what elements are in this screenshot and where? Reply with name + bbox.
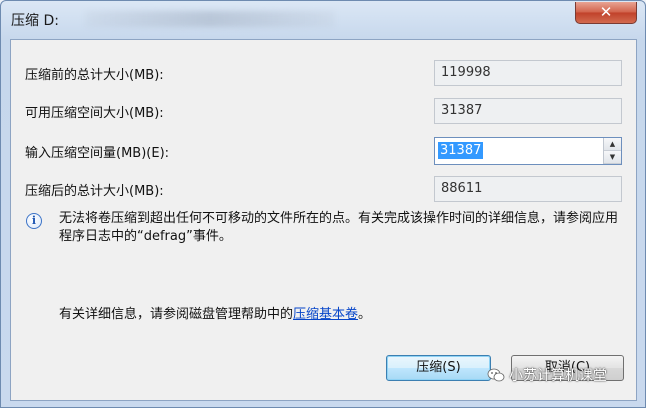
window-title: 压缩 D: [11,13,59,29]
wechat-icon [487,368,505,382]
total-before-value: 119998 [434,60,622,86]
info-icon: i [26,213,42,229]
help-prefix: 有关详细信息，请参阅磁盘管理帮助中的 [59,307,294,322]
spinner-down-button[interactable]: ▼ [604,151,621,164]
available-space-label: 可用压缩空间大小(MB): [25,106,164,121]
shrink-button[interactable]: 压缩(S) [386,355,491,381]
blurred-title-region [85,11,335,27]
title-bar[interactable]: 压缩 D: ✕ [1,1,645,37]
shrink-amount-input[interactable]: 31387 ▲ ▼ [434,137,622,165]
close-button[interactable]: ✕ [575,2,637,24]
shrink-amount-spinner[interactable]: ▲ ▼ [603,138,621,164]
shrink-amount-label: 输入压缩空间量(MB)(E): [25,146,170,161]
total-after-label: 压缩后的总计大小(MB): [25,184,164,199]
shrink-dialog: 压缩 D: ✕ 压缩前的总计大小(MB): 119998 可用压缩空间大小(MB… [0,0,646,408]
spinner-up-button[interactable]: ▲ [604,138,621,151]
help-suffix: 。 [358,307,372,322]
close-icon: ✕ [599,3,613,21]
help-line: 有关详细信息，请参阅磁盘管理帮助中的压缩基本卷。 [59,303,371,322]
total-after-value: 88611 [434,176,622,202]
dialog-body: 压缩前的总计大小(MB): 119998 可用压缩空间大小(MB): 31387… [10,39,637,401]
total-before-label: 压缩前的总计大小(MB): [25,68,164,83]
watermark: 小苏计算机课堂 [487,365,607,385]
shrink-amount-value[interactable]: 31387 [438,142,484,159]
info-message: 无法将卷压缩到超出任何不可移动的文件所在的点。有关完成该操作时间的详细信息，请参… [59,211,619,244]
available-space-value: 31387 [434,98,622,124]
arrow-down-icon: ▼ [609,153,616,161]
arrow-up-icon: ▲ [609,140,616,148]
watermark-text: 小苏计算机课堂 [509,368,607,384]
shrink-basic-volume-link[interactable]: 压缩基本卷 [293,307,358,322]
